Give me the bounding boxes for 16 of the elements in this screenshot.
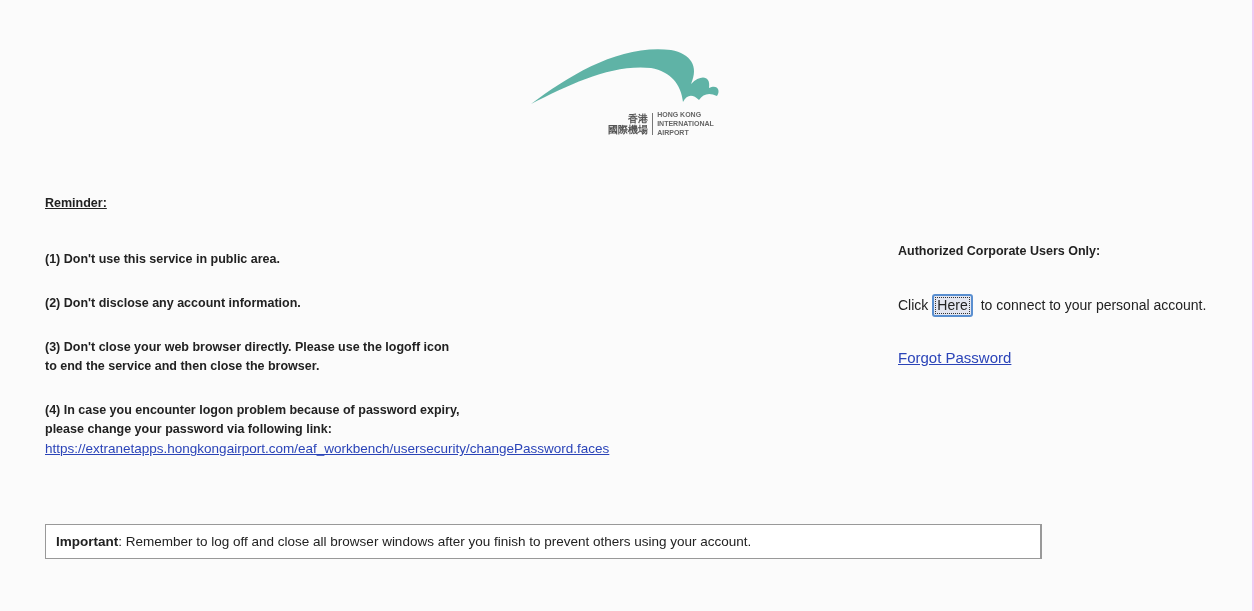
reminder-text: (3) Don't close your web browser directly. Please use the logoff icon <box>45 339 451 356</box>
forgot-password-link[interactable]: Forgot Password <box>898 349 1012 366</box>
reminder-text: (1) Don't use this service in public area. <box>45 251 281 268</box>
logo-chinese-text: 香港 <box>628 112 649 124</box>
logo-chinese-text: 國際機場 <box>608 123 649 135</box>
important-notice: Important: Remember to log off and close all browser windows after you finish to prevent others using your account. <box>45 524 1042 559</box>
connect-text: to connect to your personal account. <box>980 297 1207 313</box>
here-button[interactable]: Here <box>932 294 973 317</box>
reminder-heading: Reminder: <box>45 196 107 210</box>
click-text: Click <box>898 297 929 313</box>
reminder-text: (2) Don't disclose any account information. <box>45 295 302 312</box>
reminder-text: please change your password via following link: <box>45 421 333 438</box>
reminder-text: to end the service and then close the browser. <box>45 358 321 375</box>
authorized-users-heading: Authorized Corporate Users Only: <box>898 244 1101 258</box>
reminder-text: (4) In case you encounter logon problem because of password expiry, <box>45 402 461 419</box>
change-password-link[interactable]: https://extranetapps.hongkongairport.com/eaf_workbench/usersecurity/changePassword.faces <box>45 439 610 458</box>
